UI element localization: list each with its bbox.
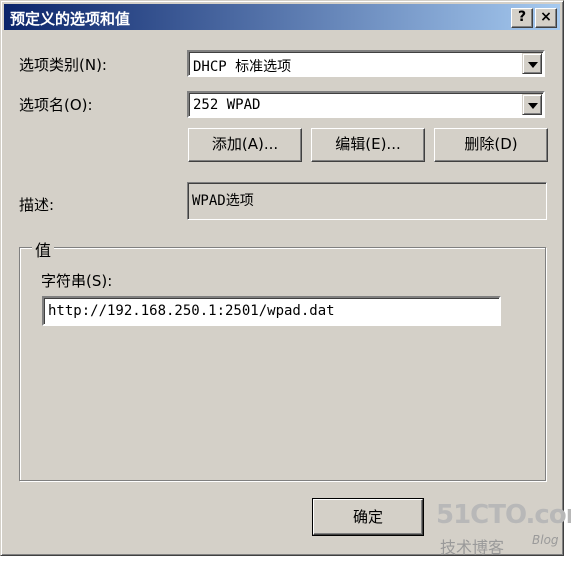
description-label: 描述: <box>19 196 55 214</box>
watermark-blog: Blog <box>532 533 559 547</box>
dialog-window: 预定义的选项和值 ? × 选项类别(N): DHCP 标准选项 选项名(O): … <box>0 0 564 556</box>
option-class-value: DHCP 标准选项 <box>193 59 292 75</box>
option-class-label: 选项类别(N): <box>19 56 107 74</box>
chevron-down-icon[interactable] <box>522 53 542 74</box>
string-input[interactable]: http://192.168.250.1:2501/wpad.dat <box>42 296 501 326</box>
delete-button[interactable]: 删除(D) <box>434 128 548 162</box>
option-name-combobox[interactable]: 252 WPAD <box>187 91 545 118</box>
help-button[interactable]: ? <box>511 8 533 28</box>
description-box: WPAD选项 <box>187 182 547 220</box>
ok-button[interactable]: 确定 <box>312 498 424 536</box>
add-button[interactable]: 添加(A)... <box>188 128 302 162</box>
option-class-combobox[interactable]: DHCP 标准选项 <box>187 50 545 77</box>
value-group-title: 值 <box>32 237 55 261</box>
window-title: 预定义的选项和值 <box>10 10 131 28</box>
watermark-tagline: 技术博客 <box>440 538 505 557</box>
edit-button[interactable]: 编辑(E)... <box>311 128 425 162</box>
description-value: WPAD选项 <box>192 193 254 209</box>
close-button[interactable]: × <box>535 8 557 28</box>
option-name-value: 252 WPAD <box>193 97 261 113</box>
title-bar[interactable]: 预定义的选项和值 ? × <box>4 4 560 30</box>
watermark-site: 51CTO.com <box>436 500 571 530</box>
string-input-value: http://192.168.250.1:2501/wpad.dat <box>48 303 335 319</box>
string-label: 字符串(S): <box>41 272 113 290</box>
chevron-down-icon[interactable] <box>522 94 542 115</box>
option-name-label: 选项名(O): <box>19 96 93 114</box>
